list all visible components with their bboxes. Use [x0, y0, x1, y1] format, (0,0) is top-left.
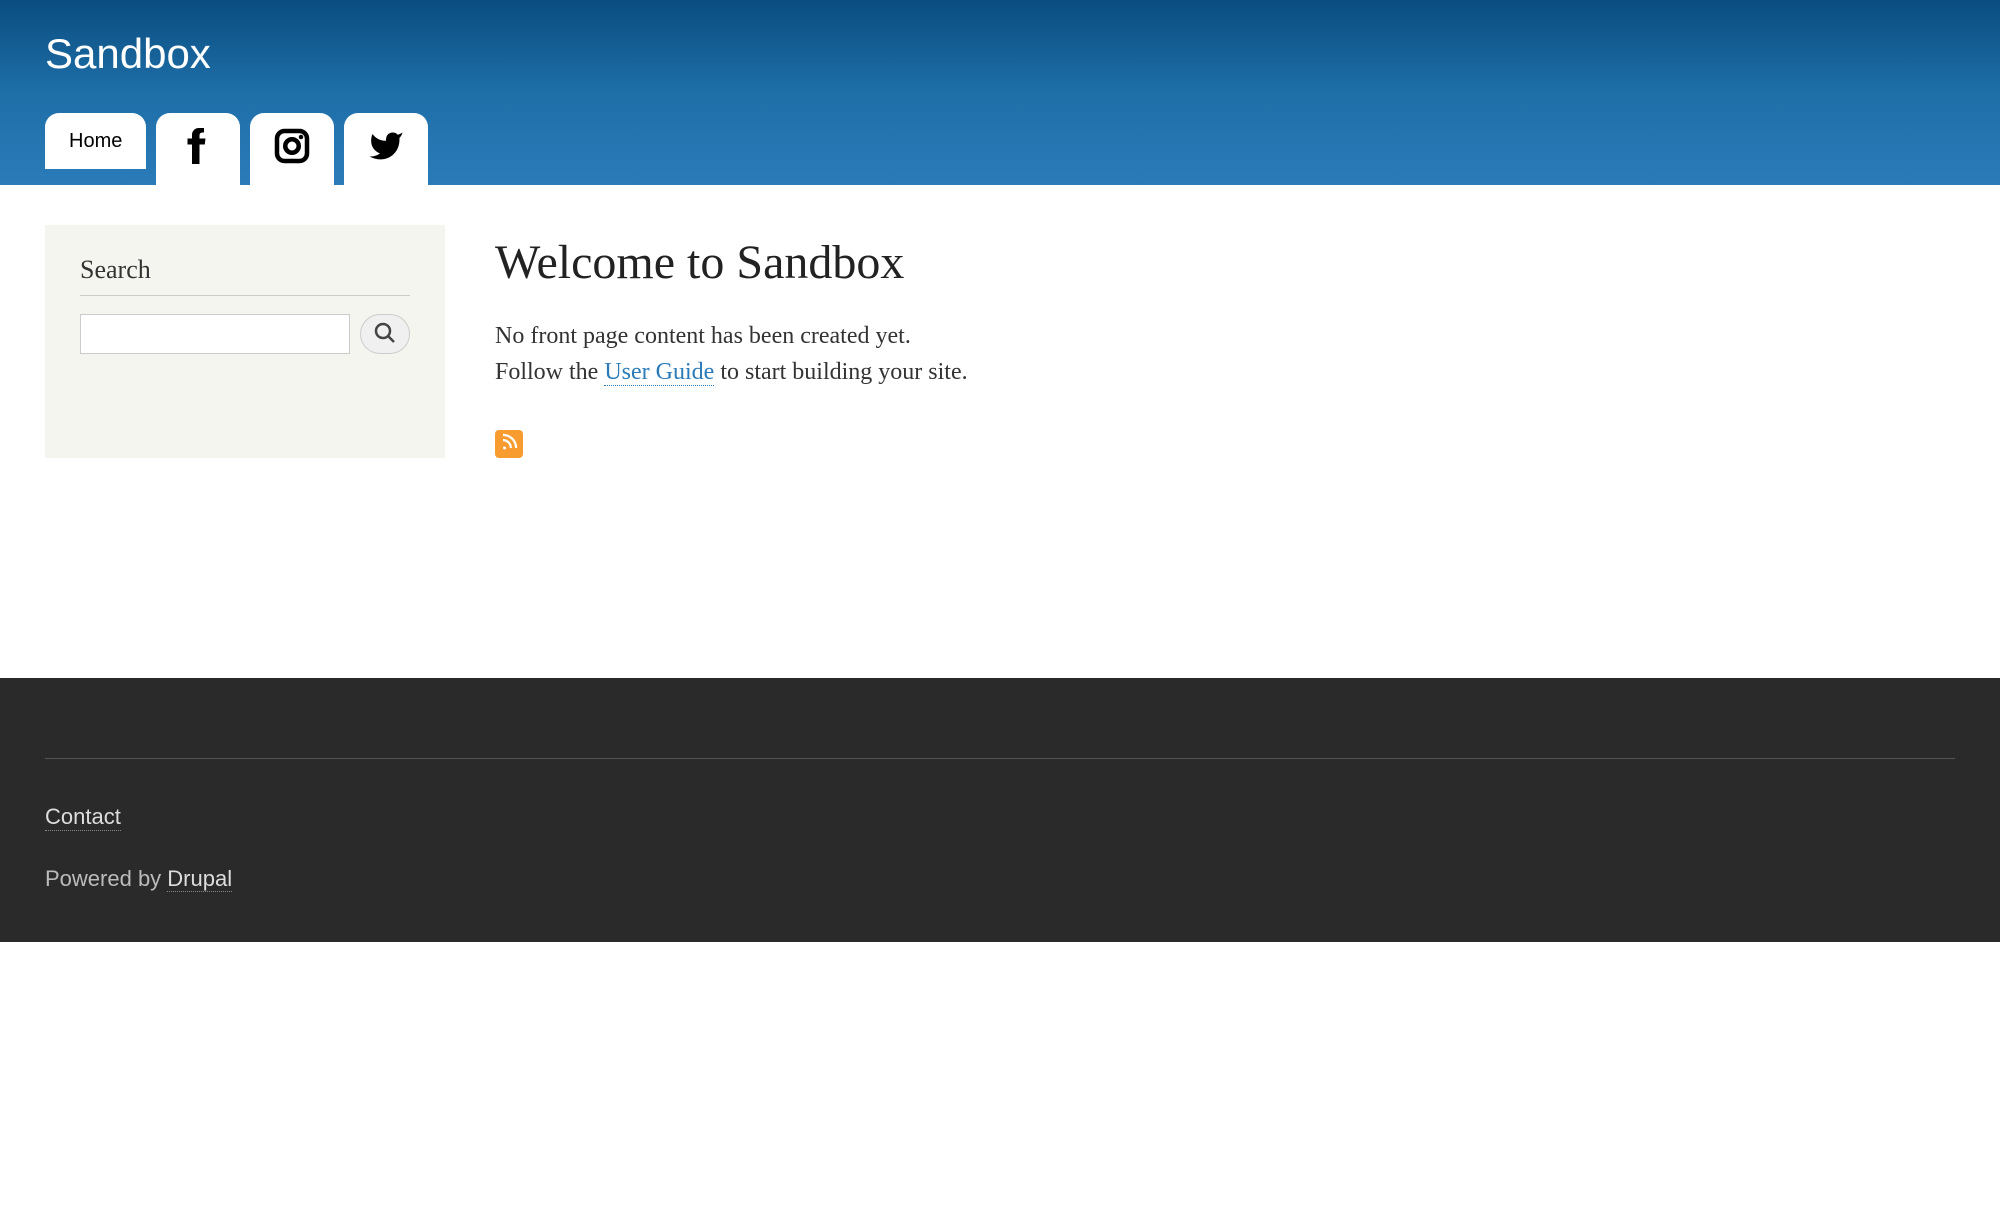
follow-text-before: Follow the [495, 359, 604, 385]
search-input[interactable] [80, 314, 350, 354]
powered-by-text: Powered by [45, 866, 167, 891]
search-button[interactable] [360, 314, 410, 354]
footer-divider [45, 758, 1955, 759]
nav-twitter[interactable] [344, 113, 428, 185]
instagram-icon [274, 128, 310, 170]
site-title[interactable]: Sandbox [45, 30, 1955, 78]
sidebar: Search [45, 225, 445, 458]
no-content-message: No front page content has been created y… [495, 318, 1955, 354]
header: Sandbox Home [0, 0, 2000, 185]
nav-facebook[interactable] [156, 113, 240, 185]
twitter-icon [368, 128, 404, 170]
search-row [80, 314, 410, 354]
follow-guide-message: Follow the User Guide to start building … [495, 354, 1955, 390]
drupal-link[interactable]: Drupal [167, 866, 232, 892]
page-title: Welcome to Sandbox [495, 235, 1955, 290]
search-label: Search [80, 255, 410, 296]
content-text: No front page content has been created y… [495, 318, 1955, 390]
header-inner: Sandbox [0, 0, 2000, 78]
facebook-icon [180, 128, 216, 170]
nav-home[interactable]: Home [45, 113, 146, 169]
nav-tabs: Home [0, 113, 2000, 185]
user-guide-link[interactable]: User Guide [604, 359, 714, 386]
follow-text-after: to start building your site. [714, 359, 967, 385]
search-icon [373, 321, 397, 348]
footer-contact-link[interactable]: Contact [45, 804, 121, 831]
nav-instagram[interactable] [250, 113, 334, 185]
footer-powered: Powered by Drupal [45, 866, 1955, 892]
rss-link[interactable] [495, 430, 523, 458]
footer: Contact Powered by Drupal [0, 678, 2000, 942]
content-wrapper: Search Welcome to Sandbox No front page … [0, 185, 2000, 498]
rss-icon [500, 433, 518, 456]
main-content: Welcome to Sandbox No front page content… [495, 225, 1955, 458]
